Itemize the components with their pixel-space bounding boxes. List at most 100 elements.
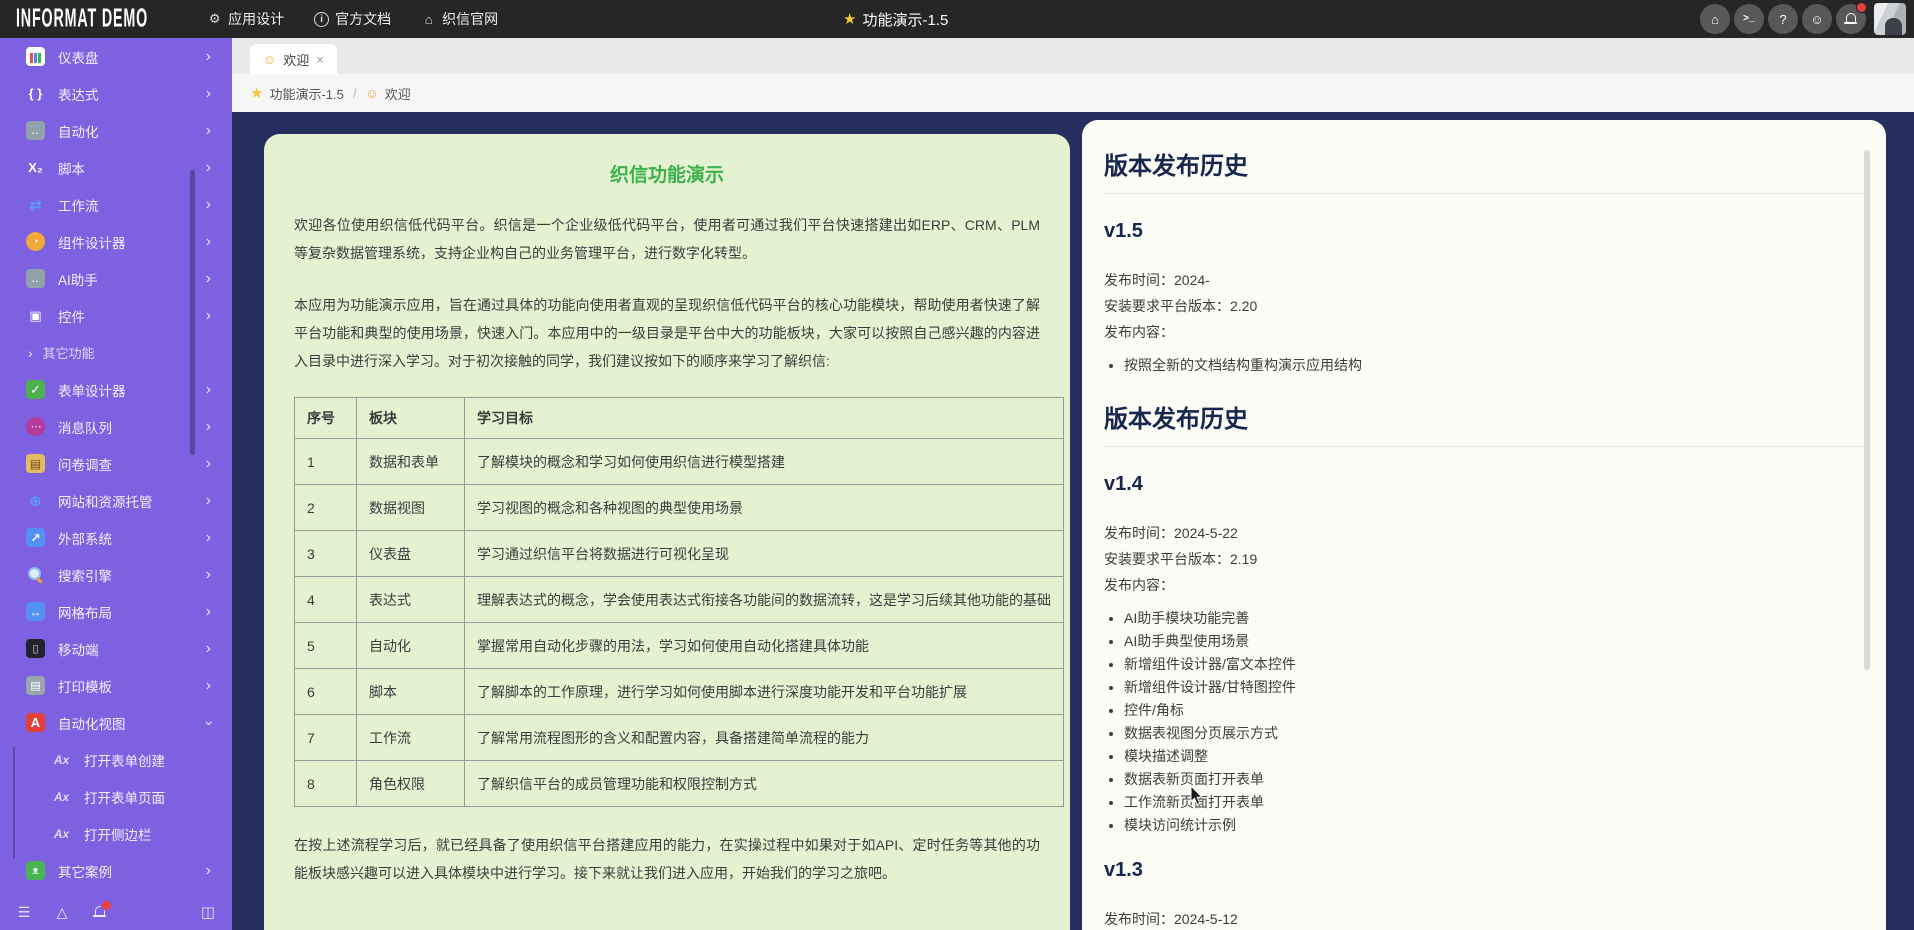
- sidebar-item-问卷调查[interactable]: ▤问卷调查›: [0, 445, 232, 482]
- close-icon[interactable]: ×: [316, 52, 324, 67]
- grid-layout-icon: ↔: [26, 602, 45, 621]
- bell-icon[interactable]: [92, 904, 108, 920]
- star-icon: ★: [843, 10, 856, 28]
- sidebar-item-脚本[interactable]: X₂脚本›: [0, 149, 232, 186]
- topbar-actions: ⌂ >_ ? ☺: [1700, 3, 1906, 35]
- welcome-paragraph-2: 本应用为功能演示应用，旨在通过具体的功能向使用者直观的呈现织信低代码平台的核心功…: [294, 291, 1040, 375]
- sidebar-item-工作流[interactable]: ⇄工作流›: [0, 186, 232, 223]
- breadcrumb-page[interactable]: ☺ 欢迎: [365, 84, 410, 103]
- version-heading: v1.3: [1104, 859, 1860, 882]
- automation-sub-icon: Ax: [52, 750, 71, 769]
- tab-welcome[interactable]: ☺ 欢迎 ×: [250, 44, 337, 74]
- table-cell: 仪表盘: [357, 531, 465, 577]
- sidebar-item-label: 工作流: [58, 195, 99, 215]
- sidebar-item-label: 打开侧边栏: [84, 824, 152, 844]
- release-note-item: 按照全新的文档结构重构演示应用结构: [1124, 357, 1860, 373]
- welcome-paragraph-1: 欢迎各位使用织信低代码平台。织信是一个企业级低代码平台，使用者可通过我们平台快速…: [294, 211, 1040, 267]
- chevron-right-icon: ›: [206, 308, 211, 324]
- welcome-paragraph-3: 在按上述流程学习后，就已经具备了使用织信平台搭建应用的能力，在实操过程中如果对于…: [294, 831, 1040, 887]
- table-row: 4表达式理解表达式的概念，学会使用表达式衔接各功能间的数据流转，这是学习后续其他…: [295, 577, 1064, 623]
- sidebar-item-外部系统[interactable]: ↗外部系统›: [0, 519, 232, 556]
- table-cell: 了解织信平台的成员管理功能和权限控制方式: [465, 761, 1064, 807]
- sidebar-item-网站和资源托管[interactable]: ⊕网站和资源托管›: [0, 482, 232, 519]
- chevron-right-icon: ›: [206, 86, 211, 102]
- help-button[interactable]: ?: [1768, 4, 1798, 34]
- automation-sub-icon: Ax: [52, 824, 71, 843]
- menu-icon[interactable]: ☰: [16, 904, 32, 920]
- menu-app-design[interactable]: ⚙ 应用设计: [207, 9, 284, 29]
- table-cell: 4: [295, 577, 357, 623]
- sidebar-item-打开侧边栏[interactable]: Ax 打开侧边栏: [0, 815, 232, 852]
- version-meta-line: 安装要求平台版本：2.19: [1104, 546, 1860, 572]
- table-row: 3仪表盘学习通过织信平台将数据进行可视化呈现: [295, 531, 1064, 577]
- version-meta: 发布时间：2024-安装要求平台版本：2.20发布内容：: [1104, 267, 1860, 345]
- sidebar-item-label: 组件设计器: [58, 232, 126, 252]
- table-row: 2数据视图学习视图的概念和各种视图的典型使用场景: [295, 485, 1064, 531]
- sidebar-item-打开表单创建[interactable]: Ax打开表单创建: [0, 741, 232, 778]
- table-header: 序号: [295, 398, 357, 439]
- chevron-right-icon: ›: [206, 234, 211, 250]
- sidebar-item-自动化视图[interactable]: A自动化视图›: [0, 704, 232, 741]
- sidebar-item-打开表单页面[interactable]: Ax打开表单页面: [0, 778, 232, 815]
- assistant-button[interactable]: ☺: [1802, 4, 1832, 34]
- table-header: 板块: [357, 398, 465, 439]
- smiley-icon: ☺: [263, 52, 276, 67]
- console-button[interactable]: >_: [1734, 4, 1764, 34]
- release-note-item: 新增组件设计器/甘特图控件: [1124, 679, 1860, 695]
- sidebar-item-组件设计器[interactable]: ◔组件设计器›: [0, 223, 232, 260]
- chevron-right-icon: ›: [28, 345, 33, 361]
- app-title-text: 功能演示-1.5: [862, 9, 948, 30]
- table-row: 8角色权限了解织信平台的成员管理功能和权限控制方式: [295, 761, 1064, 807]
- sidebar-item-其它案例[interactable]: ᴥ其它案例›: [0, 852, 232, 889]
- menu-official-site[interactable]: ⌂ 织信官网: [421, 9, 498, 29]
- sidebar-group-label[interactable]: ›其它功能: [0, 334, 232, 371]
- sidebar-item-网格布局[interactable]: ↔网格布局›: [0, 593, 232, 630]
- sidebar-item-控件[interactable]: ▣控件›: [0, 297, 232, 334]
- sidebar-item-仪表盘[interactable]: 仪表盘›: [0, 38, 232, 75]
- version-meta-line: 发布内容：: [1104, 572, 1860, 598]
- sidebar-item-AI助手[interactable]: ‥AI助手›: [0, 260, 232, 297]
- sidebar-scrollbar[interactable]: [190, 170, 195, 455]
- table-cell: 工作流: [357, 715, 465, 761]
- home-icon: ⌂: [421, 12, 436, 27]
- heading-divider: [1104, 193, 1864, 194]
- version-meta-line: 发布内容：: [1104, 319, 1860, 345]
- topbar: INFORMAT DEMO ⚙ 应用设计 i 官方文档 ⌂ 织信官网 ★ 功能演…: [0, 0, 1914, 38]
- message-queue-icon: ⋯: [26, 417, 45, 436]
- table-cell: 掌握常用自动化步骤的用法，学习如何使用自动化搭建具体功能: [465, 623, 1064, 669]
- home-button[interactable]: ⌂: [1700, 4, 1730, 34]
- release-scrollbar[interactable]: [1864, 150, 1870, 670]
- automation-view-icon: A: [26, 713, 45, 732]
- sidebar-item-自动化[interactable]: ‥自动化›: [0, 112, 232, 149]
- app-logo: INFORMAT DEMO: [16, 4, 148, 34]
- menu-official-docs[interactable]: i 官方文档: [314, 9, 391, 29]
- table-cell: 学习视图的概念和各种视图的典型使用场景: [465, 485, 1064, 531]
- sidebar-item-label: 打印模板: [58, 676, 112, 696]
- sidebar-item-label: AI助手: [58, 269, 98, 289]
- home-icon: ⌂: [1711, 12, 1719, 27]
- sidebar-item-表单设计器[interactable]: ✓表单设计器›: [0, 371, 232, 408]
- sidebar-item-打印模板[interactable]: ▤打印模板›: [0, 667, 232, 704]
- sidebar-footer: ☰ △ ◫: [0, 894, 232, 930]
- table-cell: 8: [295, 761, 357, 807]
- sidebar-item-表达式[interactable]: { }表达式›: [0, 75, 232, 112]
- release-note-item: AI助手模块功能完善: [1124, 610, 1860, 626]
- welcome-panel: 织信功能演示 欢迎各位使用织信低代码平台。织信是一个企业级低代码平台，使用者可通…: [264, 134, 1070, 930]
- sidebar-item-搜索引擎[interactable]: 搜索引擎›: [0, 556, 232, 593]
- breadcrumb-app[interactable]: ★ 功能演示-1.5: [250, 84, 344, 103]
- info-icon: i: [314, 12, 329, 27]
- chevron-right-icon: ›: [206, 641, 211, 657]
- release-history-heading: 版本发布历史: [1104, 399, 1860, 434]
- notifications-button[interactable]: [1836, 4, 1866, 34]
- sidebar-item-移动端[interactable]: ▯移动端›: [0, 630, 232, 667]
- sidebar-menu: 仪表盘›{ }表达式›‥自动化›X₂脚本›⇄工作流›◔组件设计器›‥AI助手›▣…: [0, 38, 232, 889]
- user-avatar[interactable]: [1874, 3, 1906, 35]
- breadcrumb: ★ 功能演示-1.5 / ☺ 欢迎: [232, 74, 1914, 112]
- collapse-panel-icon[interactable]: ◫: [200, 904, 216, 920]
- sidebar-item-消息队列[interactable]: ⋯消息队列›: [0, 408, 232, 445]
- table-cell: 6: [295, 669, 357, 715]
- chevron-right-icon: ›: [206, 197, 211, 213]
- release-note-item: 数据表新页面打开表单: [1124, 771, 1860, 787]
- table-row: 7工作流了解常用流程图形的含义和配置内容，具备搭建简单流程的能力: [295, 715, 1064, 761]
- triangle-icon[interactable]: △: [54, 904, 70, 920]
